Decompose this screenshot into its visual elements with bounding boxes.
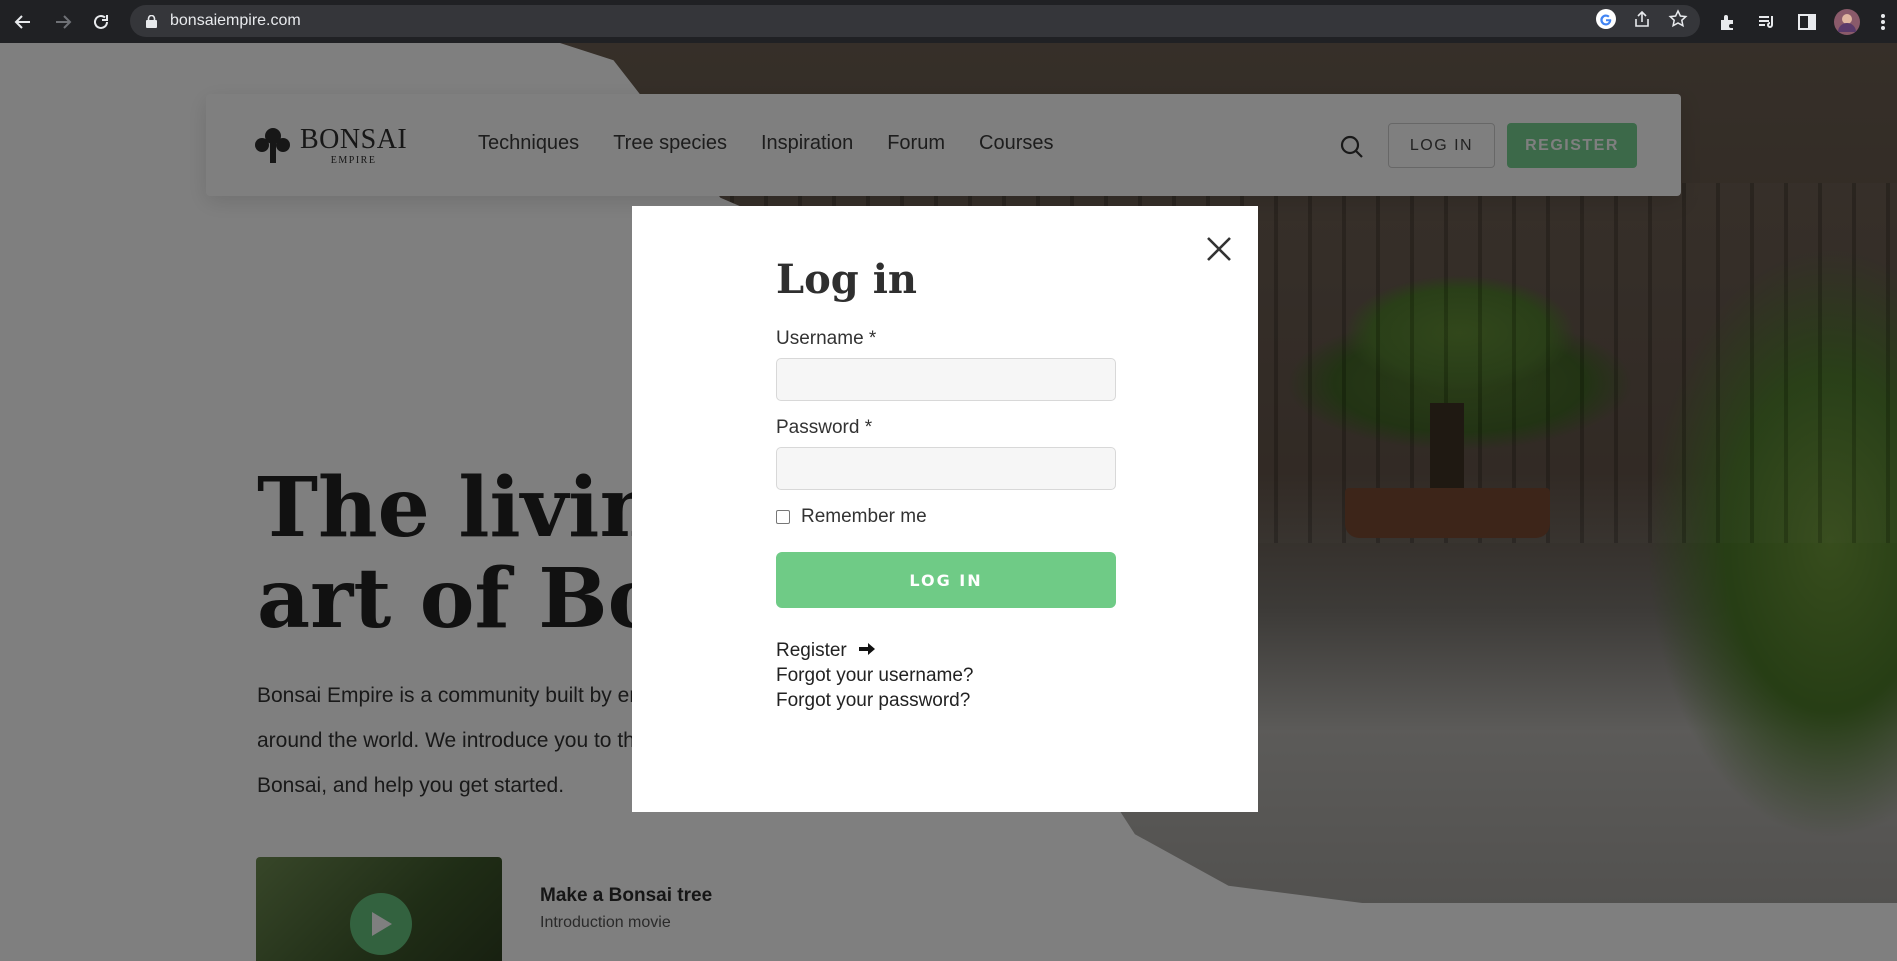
google-icon[interactable] — [1596, 8, 1616, 34]
forgot-password-link[interactable]: Forgot your password? — [776, 688, 1116, 713]
modal-links: Register Forgot your username? Forgot yo… — [776, 638, 1116, 713]
login-modal: Log in Username * Password * Remember me… — [632, 206, 1258, 812]
share-icon[interactable] — [1632, 9, 1652, 34]
address-bar[interactable]: bonsaiempire.com — [130, 5, 1700, 37]
extensions-icon[interactable] — [1718, 0, 1738, 43]
page: BONSAI EMPIRE Techniques Tree species In… — [0, 43, 1897, 961]
modal-title: Log in — [776, 256, 917, 303]
forgot-username-link[interactable]: Forgot your username? — [776, 663, 1116, 688]
menu-icon[interactable] — [1880, 0, 1886, 43]
media-icon[interactable] — [1757, 0, 1777, 43]
remember-me-row: Remember me — [776, 506, 1116, 528]
password-label: Password * — [776, 417, 873, 438]
username-label: Username * — [776, 328, 877, 349]
forward-icon[interactable] — [46, 5, 80, 39]
bookmark-star-icon[interactable] — [1668, 8, 1688, 34]
lock-icon — [144, 14, 158, 28]
browser-toolbar: bonsaiempire.com — [0, 0, 1897, 43]
remember-me-label[interactable]: Remember me — [801, 506, 927, 528]
arrow-right-icon — [859, 643, 876, 655]
username-input[interactable] — [776, 358, 1116, 401]
password-input[interactable] — [776, 447, 1116, 490]
register-link[interactable]: Register — [776, 638, 1116, 663]
side-panel-icon[interactable] — [1797, 0, 1817, 43]
login-submit-button[interactable]: LOG IN — [776, 552, 1116, 608]
avatar[interactable] — [1834, 0, 1860, 43]
register-link-label: Register — [776, 640, 847, 661]
url-text: bonsaiempire.com — [170, 12, 301, 29]
remember-me-checkbox[interactable] — [776, 510, 790, 524]
back-icon[interactable] — [6, 5, 40, 39]
reload-icon[interactable] — [84, 5, 118, 39]
close-icon[interactable] — [1204, 234, 1234, 264]
